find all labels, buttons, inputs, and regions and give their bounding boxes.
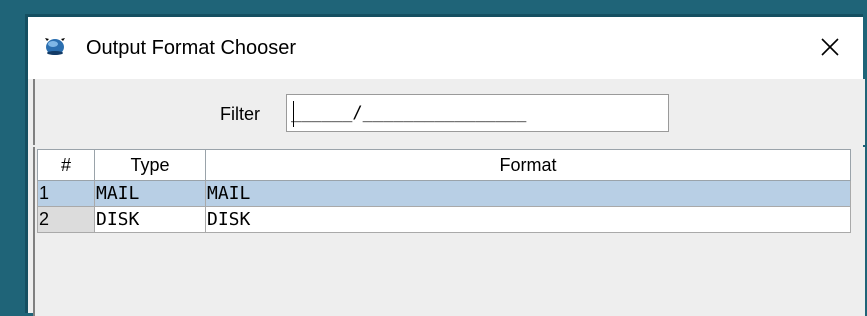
table-header-row: # Type Format — [37, 149, 851, 181]
format-table: # Type Format 1 MAIL MAIL 2 DISK DISK — [37, 149, 851, 233]
type-cell: MAIL — [94, 180, 206, 207]
filter-label: Filter — [220, 104, 260, 124]
close-button[interactable] — [813, 30, 847, 64]
column-header-format[interactable]: Format — [205, 149, 851, 181]
output-format-chooser-window: Output Format Chooser Filter ______/____… — [25, 14, 865, 316]
column-header-number[interactable]: # — [37, 149, 95, 181]
format-cell: DISK — [205, 206, 851, 233]
filter-panel: Filter ______/________________ — [33, 79, 865, 145]
row-number: 1 — [37, 180, 95, 207]
close-icon — [821, 38, 839, 56]
format-table-panel: # Type Format 1 MAIL MAIL 2 DISK DISK — [33, 147, 865, 316]
type-cell: DISK — [94, 206, 206, 233]
column-header-type[interactable]: Type — [94, 149, 206, 181]
title-bar: Output Format Chooser — [28, 17, 863, 79]
filter-input[interactable]: ______/________________ — [286, 94, 669, 132]
format-cell: MAIL — [205, 180, 851, 207]
table-row[interactable]: 2 DISK DISK — [37, 206, 851, 233]
row-number: 2 — [37, 206, 95, 233]
table-row[interactable]: 1 MAIL MAIL — [37, 180, 851, 207]
window-title: Output Format Chooser — [86, 37, 297, 59]
globe-icon — [45, 38, 65, 55]
